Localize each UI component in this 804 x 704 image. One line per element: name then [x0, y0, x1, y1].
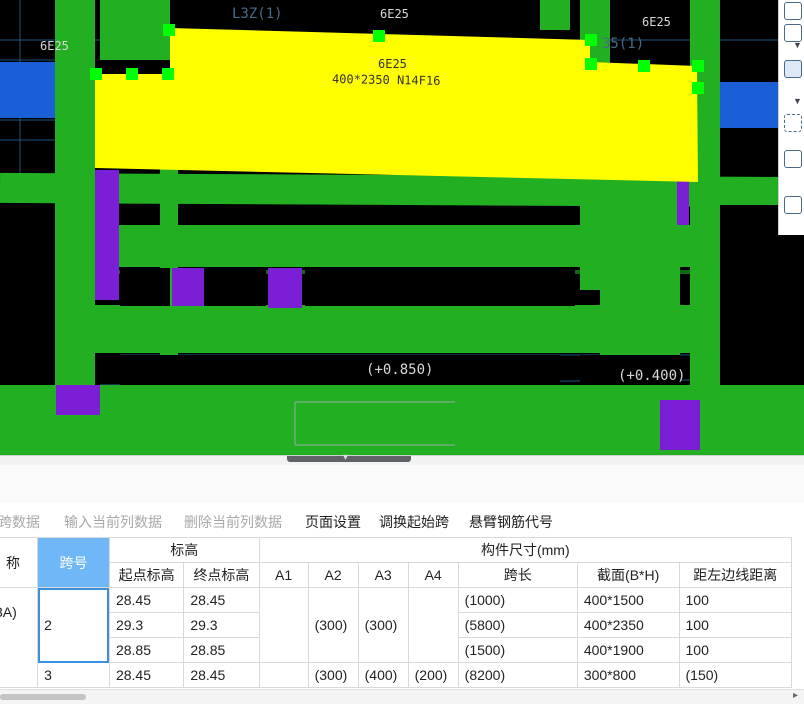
header-span-length: 跨长 [457, 562, 578, 588]
table-row: 3 28.45 28.45 (300) (400) (200) (8200) 3… [0, 662, 793, 688]
span-data-table-container: 称 跨号 标高 构件尺寸(mm) 起点标高 终点标高 A1 A2 A3 A4 跨… [0, 537, 804, 689]
label-top-right: 6E25 [642, 15, 671, 29]
panel-header-area [0, 465, 804, 504]
span-data-table: 称 跨号 标高 构件尺寸(mm) 起点标高 终点标高 A1 A2 A3 A4 跨… [0, 537, 793, 688]
select-rect-icon[interactable] [784, 114, 802, 132]
collapse-handle[interactable]: ▾ [287, 452, 411, 463]
cell-span-length[interactable]: (1500) [457, 637, 578, 663]
header-a1: A1 [258, 562, 309, 588]
chevron-down-icon[interactable]: ▼ [793, 40, 802, 50]
header-start-elev: 起点标高 [108, 562, 185, 588]
cell-left-distance[interactable]: 100 [678, 612, 793, 638]
cell-left-distance[interactable]: 100 [678, 637, 793, 663]
cell-a4[interactable] [407, 587, 459, 663]
tool-icon-1[interactable] [784, 2, 802, 20]
header-span-no[interactable]: 跨号 [37, 537, 110, 588]
cell-a2[interactable]: (300) [307, 662, 359, 688]
cell-span-2[interactable]: 2 [37, 587, 110, 663]
cell-a4[interactable]: (200) [407, 662, 459, 688]
header-a4: A4 [407, 562, 459, 588]
toolbar-cantilever-rebar-code[interactable]: 悬臂钢筋代号 [469, 512, 553, 532]
scroll-right-icon[interactable]: ▸ [793, 690, 798, 701]
cell-section[interactable]: 400*1500 [576, 587, 680, 613]
cad-drawing-canvas[interactable]: 6E25 400*2350 N14F16 6E25 6E25 6E25 L3Z(… [0, 0, 804, 455]
header-dimensions: 构件尺寸(mm) [258, 537, 793, 563]
toolbar-swap-start-span[interactable]: 调换起始跨 [379, 512, 449, 532]
beam-label-1: 6E25 [378, 57, 407, 71]
cell-end-elev[interactable]: 28.85 [183, 637, 260, 663]
label-top-left: 6E25 [40, 39, 69, 53]
scrollbar-thumb[interactable] [0, 694, 86, 700]
cell-section[interactable]: 300*800 [576, 662, 680, 688]
chevron-down-icon-3: ▾ [343, 452, 349, 463]
cell-end-elev[interactable]: 29.3 [183, 612, 260, 638]
cell-start-elev[interactable]: 28.45 [108, 587, 185, 613]
document-icon[interactable] [784, 196, 802, 214]
cell-a3[interactable]: (300) [357, 587, 409, 663]
toolbar-delete-column-data[interactable]: 删除当前列数据 [184, 512, 282, 532]
header-a2: A2 [307, 562, 359, 588]
elevation-label-left: (+0.850) [366, 362, 433, 378]
cell-start-elev[interactable]: 29.3 [108, 612, 185, 638]
chevron-down-icon-2[interactable]: ▼ [793, 96, 802, 106]
cell-left-distance[interactable]: (150) [678, 662, 793, 688]
table-toolbar: 跨数据 输入当前列数据 删除当前列数据 页面设置 调换起始跨 悬臂钢筋代号 [0, 503, 804, 537]
cell-section[interactable]: 400*2350 [576, 612, 680, 638]
cell-a3[interactable]: (400) [357, 662, 409, 688]
toolbar-page-setup[interactable]: 页面设置 [305, 512, 361, 532]
header-a3: A3 [357, 562, 409, 588]
cell-left-distance[interactable]: 100 [678, 587, 793, 613]
label-right-mark: 35(1) [602, 36, 644, 52]
header-elevation: 标高 [108, 537, 260, 563]
cube-icon[interactable] [784, 150, 802, 168]
cell-start-elev[interactable]: 28.45 [108, 662, 185, 688]
label-top-mid: 6E25 [380, 7, 409, 21]
cell-a1[interactable] [258, 662, 309, 688]
cell-a2[interactable]: (300) [307, 587, 359, 663]
label-top-mark: L3Z(1) [232, 6, 283, 22]
cell-start-elev[interactable]: 28.85 [108, 637, 185, 663]
cell-a1[interactable] [258, 587, 309, 663]
toolbar-copy-span-data[interactable]: 跨数据 [0, 512, 40, 532]
header-left-distance: 距左边线距离 [678, 562, 793, 588]
horizontal-scrollbar[interactable]: ▸ [0, 689, 804, 704]
cell-span-length[interactable]: (5800) [457, 612, 578, 638]
side-toolbar: ▼ ▼ [778, 0, 804, 235]
cell-name[interactable]: 3A) [0, 587, 39, 688]
box-filled-icon[interactable] [784, 60, 802, 78]
cell-end-elev[interactable]: 28.45 [183, 587, 260, 613]
cell-end-elev[interactable]: 28.45 [183, 662, 260, 688]
beam-label-2: 400*2350 N14F16 [332, 72, 441, 88]
blue-beam-right [710, 82, 778, 128]
cell-span-length[interactable]: (1000) [457, 587, 578, 613]
cell-section[interactable]: 400*1900 [576, 637, 680, 663]
header-name: 称 [0, 537, 39, 588]
cell-span-length[interactable]: (8200) [457, 662, 578, 688]
cad-drawing: 6E25 400*2350 N14F16 6E25 6E25 6E25 L3Z(… [0, 0, 804, 455]
toolbar-input-column-data[interactable]: 输入当前列数据 [64, 512, 162, 532]
header-end-elev: 终点标高 [183, 562, 260, 588]
cell-span-3[interactable]: 3 [37, 662, 110, 688]
elevation-label-right: (+0.400) [618, 368, 685, 384]
table-row: 3A) 2 28.45 28.45 (300) (300) (1000) 400… [0, 587, 793, 688]
header-section: 截面(B*H) [576, 562, 680, 588]
